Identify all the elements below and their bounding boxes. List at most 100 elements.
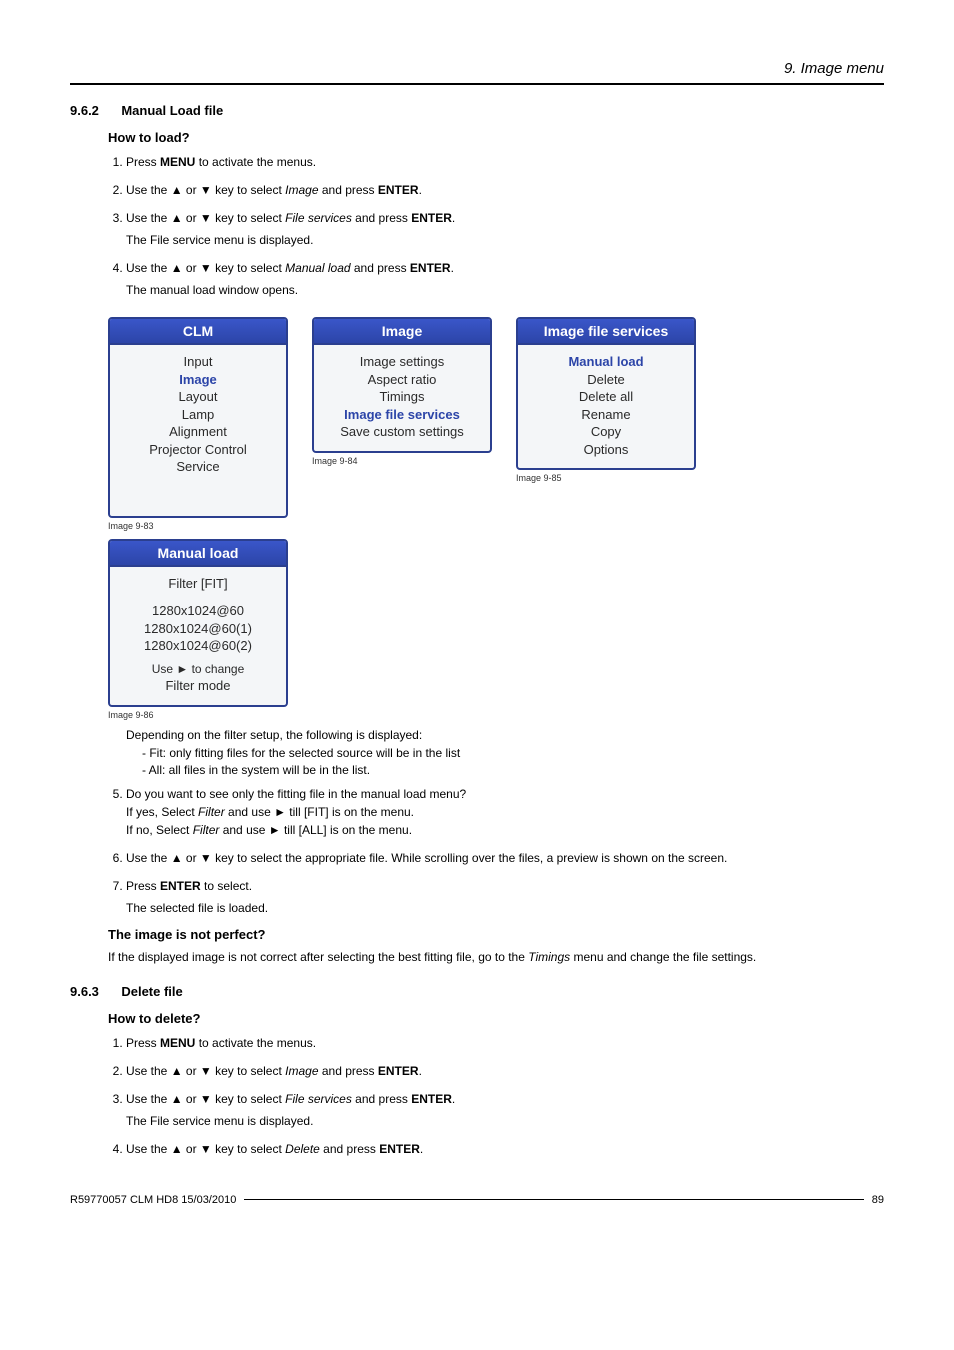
dstep-1: Press MENU to activate the menus.: [126, 1034, 884, 1052]
clm-layout: Layout: [116, 388, 280, 406]
t: Press: [126, 155, 160, 169]
image-term: Image: [285, 1064, 318, 1078]
section-title: Delete file: [121, 984, 182, 999]
panel-image-col: Image Image settings Aspect ratio Timing…: [312, 317, 492, 466]
panel-clm-col: CLM Input Image Layout Lamp Alignment Pr…: [108, 317, 288, 531]
panel-clm: CLM Input Image Layout Lamp Alignment Pr…: [108, 317, 288, 518]
caption-983: Image 9-83: [108, 521, 288, 531]
image-term: Image: [285, 183, 318, 197]
t: Use the ▲ or ▼ key to select: [126, 1142, 285, 1156]
t: and use ► till [ALL] is on the menu.: [219, 823, 412, 837]
panel-manual-load-col: Manual load Filter [FIT] 1280x1024@60 12…: [108, 539, 288, 720]
t: .: [452, 211, 455, 225]
ml-file-2: 1280x1024@60(1): [116, 620, 280, 638]
ml-file-1: 1280x1024@60: [116, 602, 280, 620]
t: to select.: [201, 879, 252, 893]
step-7-sub: The selected file is loaded.: [126, 899, 884, 917]
t: to activate the menus.: [195, 1036, 316, 1050]
enter-key: ENTER: [379, 1142, 420, 1156]
ifs-options: Options: [524, 441, 688, 459]
img-aspect: Aspect ratio: [320, 371, 484, 389]
dstep-4: Use the ▲ or ▼ key to select Delete and …: [126, 1140, 884, 1158]
section-num: 9.6.2: [70, 103, 118, 118]
panel-ifs-title: Image file services: [518, 319, 694, 345]
clm-projector-control: Projector Control: [116, 441, 280, 459]
section-num: 9.6.3: [70, 984, 118, 999]
clm-lamp: Lamp: [116, 406, 280, 424]
footer-left: R59770057 CLM HD8 15/03/2010: [70, 1194, 236, 1206]
menu-key: MENU: [160, 1036, 195, 1050]
menu-key: MENU: [160, 155, 195, 169]
chapter-header: 9. Image menu: [70, 60, 884, 77]
after-step4-block: Depending on the filter setup, the follo…: [126, 728, 884, 777]
enter-key: ENTER: [410, 261, 451, 275]
panel-image: Image Image settings Aspect ratio Timing…: [312, 317, 492, 453]
t: and press: [319, 183, 378, 197]
enter-key: ENTER: [160, 879, 201, 893]
steps-load-cont: Do you want to see only the fitting file…: [126, 785, 884, 917]
clm-image: Image: [116, 371, 280, 389]
ifs-rename: Rename: [524, 406, 688, 424]
step-6: Use the ▲ or ▼ key to select the appropr…: [126, 849, 884, 867]
filter-term: Filter: [193, 823, 220, 837]
t: Use the ▲ or ▼ key to select: [126, 183, 285, 197]
t: Press: [126, 1036, 160, 1050]
step-4-sub: The manual load window opens.: [126, 281, 884, 299]
ml-hint-1: Use ► to change: [116, 661, 280, 677]
step-2: Use the ▲ or ▼ key to select Image and p…: [126, 181, 884, 199]
img-timings: Timings: [320, 388, 484, 406]
footer-line: [244, 1199, 863, 1200]
ifs-delete: Delete: [524, 371, 688, 389]
step-3: Use the ▲ or ▼ key to select File servic…: [126, 209, 884, 249]
img-settings: Image settings: [320, 353, 484, 371]
step-7: Press ENTER to select. The selected file…: [126, 877, 884, 917]
step-1: Press MENU to activate the menus.: [126, 153, 884, 171]
t: If yes, Select: [126, 805, 198, 819]
t: .: [452, 1092, 455, 1106]
t: Press: [126, 879, 160, 893]
page-number: 89: [872, 1194, 884, 1206]
t: Use the ▲ or ▼ key to select: [126, 1064, 285, 1078]
step-4: Use the ▲ or ▼ key to select Manual load…: [126, 259, 884, 299]
file-services-term: File services: [285, 1092, 352, 1106]
t: and press: [320, 1142, 379, 1156]
caption-985: Image 9-85: [516, 473, 696, 483]
img-save-custom: Save custom settings: [320, 423, 484, 441]
file-services-term: File services: [285, 211, 352, 225]
t: and press: [351, 261, 410, 275]
subhead-not-perfect: The image is not perfect?: [108, 927, 884, 942]
filter-fit: Fit: only fitting files for the selected…: [142, 746, 884, 760]
section-963: 9.6.3 Delete file: [70, 984, 884, 999]
panel-image-title: Image: [314, 319, 490, 345]
panel-clm-title: CLM: [110, 319, 286, 345]
filter-dashlist: Fit: only fitting files for the selected…: [142, 746, 884, 777]
delete-term: Delete: [285, 1142, 320, 1156]
panel-manual-load-title: Manual load: [110, 541, 286, 567]
clm-alignment: Alignment: [116, 423, 280, 441]
filter-all: All: all files in the system will be in …: [142, 763, 884, 777]
t: and press: [352, 211, 411, 225]
subhead-how-to-delete: How to delete?: [108, 1011, 884, 1026]
dstep-3: Use the ▲ or ▼ key to select File servic…: [126, 1090, 884, 1130]
t: and press: [352, 1092, 411, 1106]
enter-key: ENTER: [378, 183, 419, 197]
section-962: 9.6.2 Manual Load file: [70, 103, 884, 118]
step-5: Do you want to see only the fitting file…: [126, 785, 884, 839]
steps-load: Press MENU to activate the menus. Use th…: [126, 153, 884, 299]
step-3-sub: The File service menu is displayed.: [126, 231, 884, 249]
ifs-delete-all: Delete all: [524, 388, 688, 406]
t: and press: [319, 1064, 378, 1078]
timings-term: Timings: [528, 950, 570, 964]
t: and use ► till [FIT] is on the menu.: [225, 805, 414, 819]
ml-hint-2: Filter mode: [116, 677, 280, 695]
img-file-services: Image file services: [320, 406, 484, 424]
t: to activate the menus.: [195, 155, 316, 169]
t: .: [420, 1142, 423, 1156]
chapter-rule: [70, 83, 884, 85]
enter-key: ENTER: [411, 1092, 452, 1106]
t: Use the ▲ or ▼ key to select: [126, 211, 285, 225]
ml-file-3: 1280x1024@60(2): [116, 637, 280, 655]
dstep-2: Use the ▲ or ▼ key to select Image and p…: [126, 1062, 884, 1080]
step5-q: Do you want to see only the fitting file…: [126, 787, 466, 801]
t: .: [419, 1064, 422, 1078]
